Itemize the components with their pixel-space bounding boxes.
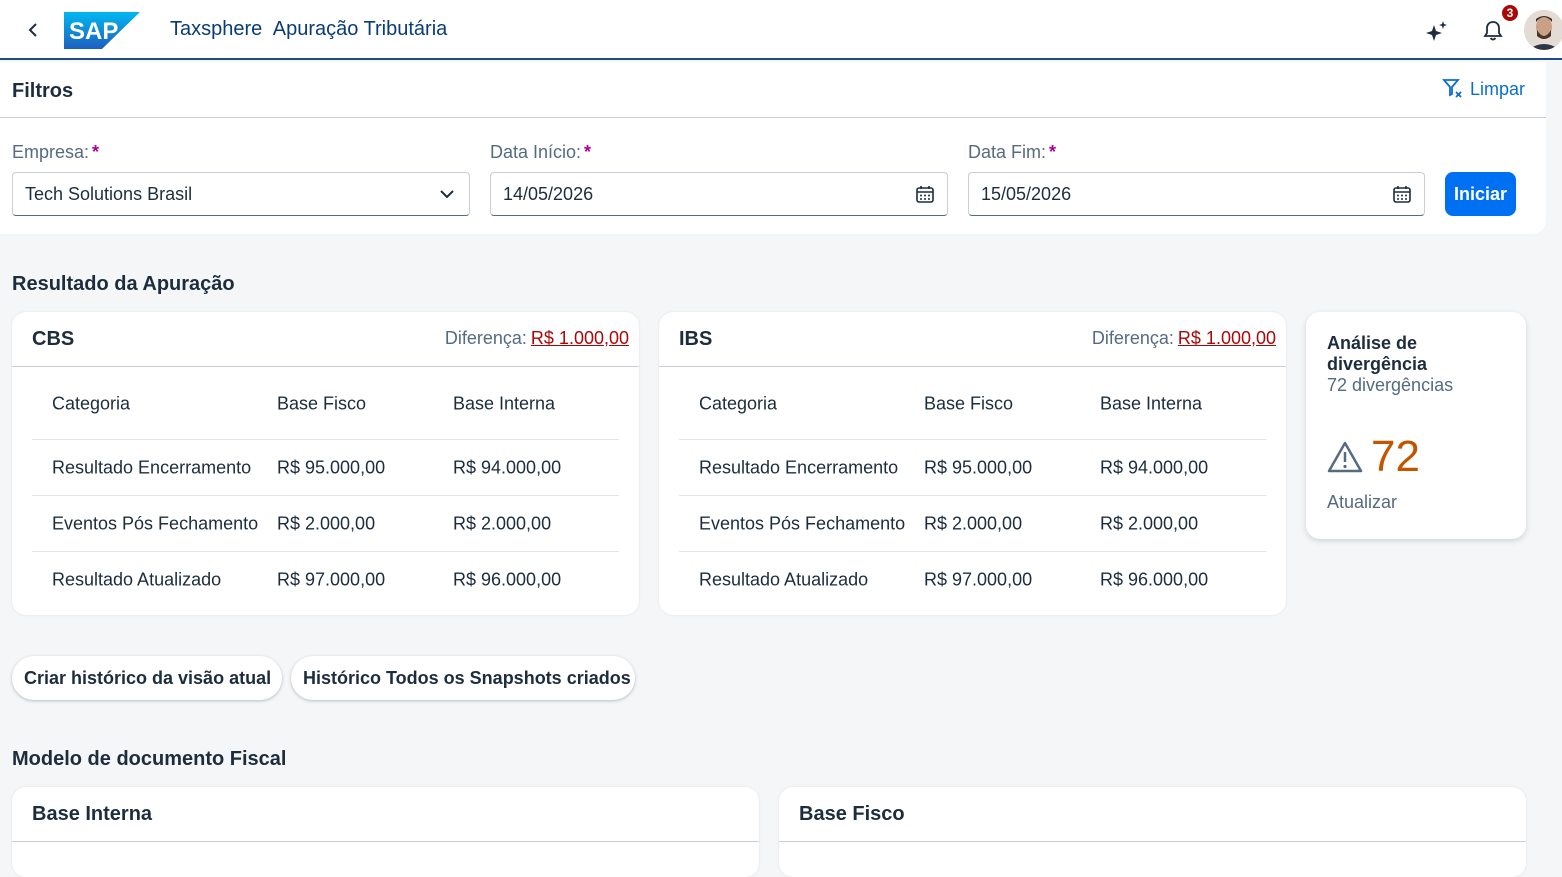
app-title: Taxsphere Apuração Tributária [170,18,453,41]
table-cell: R$ 2.000,00 [1100,513,1199,533]
sparkle-icon [1426,21,1447,41]
notifications-button[interactable] [1478,16,1508,46]
warning-icon [1327,441,1363,473]
table-cell: Resultado Encerramento [699,457,899,477]
ibs-title: IBS [679,328,713,350]
data-fim-value: 15/05/2026 [981,184,1072,204]
create-snapshot-button[interactable]: Criar histórico da visão atual [12,656,282,700]
column-header: Categoria [52,393,131,413]
app-name: Taxsphere [170,18,263,40]
table-row: Resultado Atualizado R$ 97.000,00 R$ 96.… [679,552,1266,607]
data-fim-label: Data Fim: * [968,142,1057,162]
table-cell: R$ 96.000,00 [453,569,562,589]
table-cell: R$ 2.000,00 [277,513,376,533]
table-cell: Resultado Encerramento [52,457,252,477]
base-interna-card: Base Interna [12,787,759,877]
column-header: Base Interna [1100,393,1203,413]
resultado-title: Resultado da Apuração [12,273,235,295]
bell-icon [1483,21,1503,41]
data-inicio-value: 14/05/2026 [503,184,594,204]
column-header: Base Fisco [924,393,1014,413]
notification-badge: 3 [1502,5,1518,21]
table-cell: R$ 2.000,00 [924,513,1023,533]
empresa-label: Empresa: * [12,142,100,162]
base-fisco-card: Base Fisco [779,787,1526,877]
table-cell: R$ 94.000,00 [1100,457,1209,477]
table-cell: R$ 2.000,00 [453,513,552,533]
cbs-title: CBS [32,328,75,350]
column-header: Categoria [699,393,778,413]
filter-panel: Filtros Limpar Empresa: * Tech Solutions … [0,62,1546,234]
cbs-card: CBS Diferença: R$ 1.000,00 Categoria Base… [12,312,639,615]
divergence-title: Análise de divergência [1327,333,1428,374]
user-avatar[interactable] [1524,10,1562,50]
base-interna-title: Base Interna [32,803,153,825]
ibs-difference: Diferença: R$ 1.000,00 [1091,328,1276,348]
back-button[interactable] [18,14,48,46]
card-divider [779,841,1526,842]
sap-logo[interactable]: SAP [64,12,140,49]
filter-divider [0,117,1546,118]
calendar-icon[interactable] [915,184,935,204]
table-cell: R$ 96.000,00 [1100,569,1209,589]
filter-clear-icon [1442,79,1462,98]
ai-sparkle-button[interactable] [1422,16,1452,46]
table-header-row: Categoria Base Fisco Base Interna [679,368,1266,440]
ibs-card: IBS Diferença: R$ 1.000,00 Categoria Base… [659,312,1286,615]
svg-text:SAP: SAP [69,18,118,45]
card-divider [659,366,1286,367]
table-cell: R$ 95.000,00 [924,457,1033,477]
data-inicio-label: Data Início: * [490,142,592,162]
divergence-footer: Atualizar [1327,492,1398,512]
table-cell: R$ 97.000,00 [924,569,1033,589]
table-cell: R$ 97.000,00 [277,569,386,589]
app-subtitle: Apuração Tributária [272,18,448,40]
chevron-left-icon [28,23,37,37]
chevron-down-icon[interactable] [437,184,457,204]
card-divider [12,841,759,842]
base-fisco-title: Base Fisco [799,803,905,825]
cbs-table: Categoria Base Fisco Base Interna Result… [32,368,619,607]
table-row: Eventos Pós Fechamento R$ 2.000,00 R$ 2.… [32,496,619,552]
divergence-tile[interactable]: Análise de divergência 72 divergências 7… [1306,312,1526,539]
data-inicio-field[interactable]: 14/05/2026 [490,172,948,216]
divergence-kpi: 72 [1327,432,1420,482]
divergence-subtitle: 72 divergências [1327,375,1454,395]
calendar-icon[interactable] [1392,184,1412,204]
data-fim-field[interactable]: 15/05/2026 [968,172,1425,216]
clear-filters-label: Limpar [1470,78,1526,99]
table-cell: Eventos Pós Fechamento [52,513,259,533]
empresa-value: Tech Solutions Brasil [25,184,193,204]
empresa-select[interactable]: Tech Solutions Brasil [12,172,470,216]
clear-filters-button[interactable]: Limpar [1442,78,1525,100]
table-cell: R$ 95.000,00 [277,457,386,477]
cbs-difference: Diferença: R$ 1.000,00 [444,328,629,348]
shell-bar: SAP Taxsphere Apuração Tributária 3 [0,0,1562,60]
table-row: Resultado Encerramento R$ 95.000,00 R$ 9… [32,440,619,496]
table-row: Eventos Pós Fechamento R$ 2.000,00 R$ 2.… [679,496,1266,552]
divergence-value: 72 [1371,432,1420,481]
table-cell: Resultado Atualizado [52,569,222,589]
table-cell: R$ 94.000,00 [453,457,562,477]
table-header-row: Categoria Base Fisco Base Interna [32,368,619,440]
filter-title: Filtros [12,80,74,102]
all-snapshots-button[interactable]: Histórico Todos os Snapshots criados [291,656,635,700]
iniciar-button[interactable]: Iniciar [1445,172,1516,216]
cbs-difference-link[interactable]: R$ 1.000,00 [531,328,629,348]
modelo-title: Modelo de documento Fiscal [12,748,287,770]
table-cell: Eventos Pós Fechamento [699,513,906,533]
column-header: Base Interna [453,393,556,413]
column-header: Base Fisco [277,393,367,413]
table-row: Resultado Atualizado R$ 97.000,00 R$ 96.… [32,552,619,607]
ibs-table: Categoria Base Fisco Base Interna Result… [679,368,1266,607]
card-divider [12,366,639,367]
ibs-difference-link[interactable]: R$ 1.000,00 [1178,328,1276,348]
table-row: Resultado Encerramento R$ 95.000,00 R$ 9… [679,440,1266,496]
table-cell: Resultado Atualizado [699,569,869,589]
